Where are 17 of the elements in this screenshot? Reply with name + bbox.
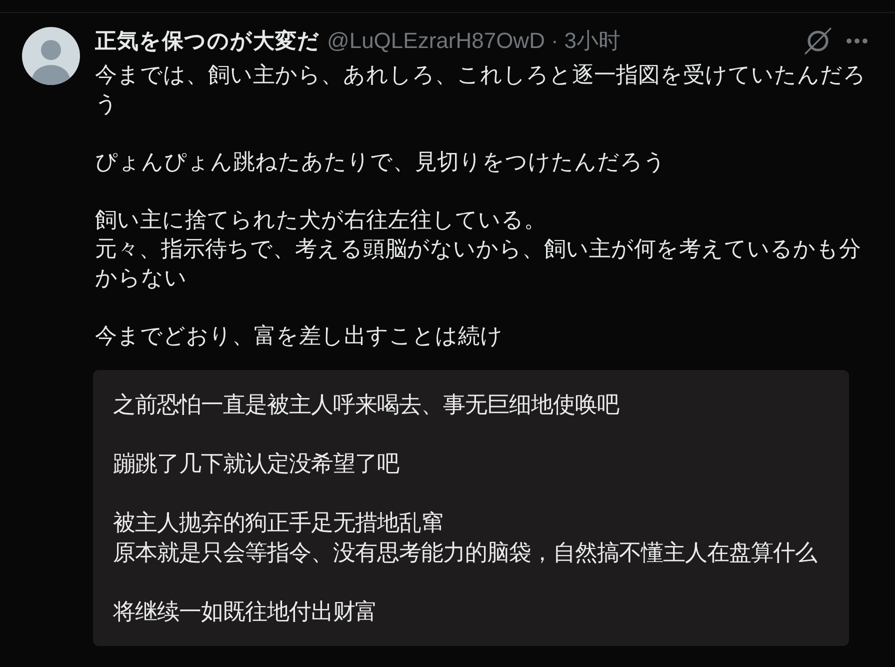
separator-dot: ·: [550, 27, 558, 55]
post-text: 今までどおり、富を差し出すことは続け: [95, 322, 504, 350]
translation-text: 蹦跳了几下就认定没希望了吧: [113, 450, 400, 478]
post-text: 今までは、飼い主から、あれしろ、これしろと逐一指図を受けていたんだろう: [95, 61, 867, 118]
slashed-circle-icon[interactable]: [804, 27, 832, 55]
post-text: 飼い主に捨てられた犬が右往左往している。: [95, 206, 547, 234]
translation-text: 之前恐怕一直是被主人呼来喝去、事无巨细地使唤吧: [113, 391, 620, 419]
post-time[interactable]: 3小时: [564, 27, 621, 55]
author-handle[interactable]: @LuQLEzrarH87OwD: [327, 27, 545, 55]
post-text: ぴょんぴょん跳ねたあたりで、見切りをつけたんだろう: [95, 148, 667, 176]
default-avatar-icon[interactable]: [22, 27, 80, 85]
translation-text: 将继续一如既往地付出财富: [113, 598, 378, 626]
translation-text: 被主人抛弃的狗正手足无措地乱窜: [113, 509, 444, 537]
translation-text: 原本就是只会等指令、没有思考能力的脑袋，自然搞不懂主人在盘算什么: [113, 538, 818, 566]
post-text: 元々、指示待ちで、考える頭脳がないから、飼い主が何を考えているかも分からない: [95, 235, 862, 292]
more-icon[interactable]: [846, 38, 868, 44]
author-name[interactable]: 正気を保つのが大変だ: [95, 27, 320, 55]
